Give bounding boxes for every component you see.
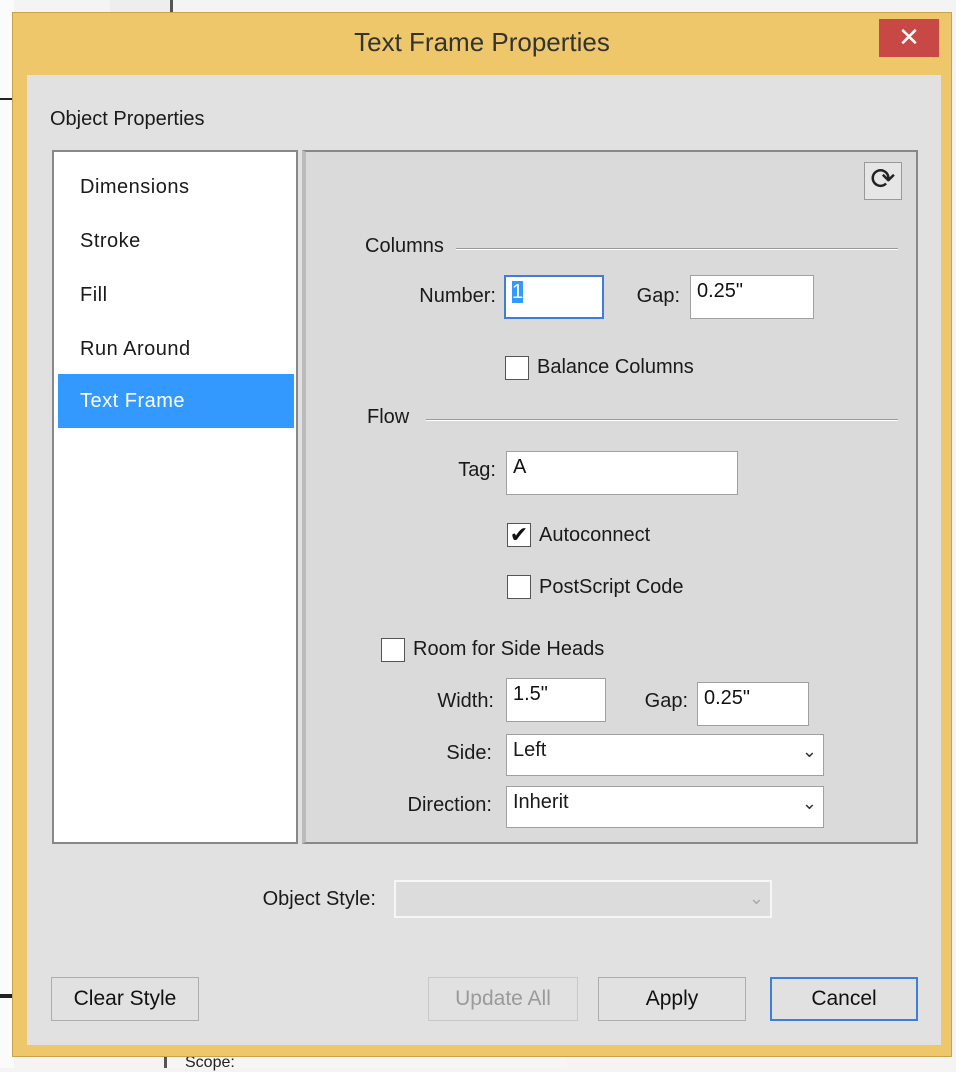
background-divider [0,98,12,100]
side-select-value: Left [513,739,547,761]
nav-item-stroke[interactable]: Stroke [58,214,294,268]
room-for-side-heads-checkbox[interactable] [381,638,405,662]
tag-input[interactable]: A [506,451,738,495]
columns-section-label: Columns [365,235,444,257]
columns-number-input[interactable]: 1 [504,275,604,319]
flow-section-label: Flow [367,406,410,428]
chevron-down-icon: ⌄ [801,741,817,761]
background-toolbar-fragment [110,0,173,12]
side-heads-gap-label: Gap: [644,690,688,712]
side-heads-width-input[interactable]: 1.5" [506,678,606,722]
balance-columns-label: Balance Columns [537,356,694,378]
background-panel-fragment: Scope: [164,1054,567,1071]
postscript-code-checkbox[interactable] [507,575,531,599]
columns-divider [456,248,898,250]
autoconnect-checkbox[interactable]: ✔ [507,523,531,547]
side-select[interactable]: Left ⌄ [506,734,824,776]
close-button[interactable]: ✕ [879,19,939,57]
object-properties-label: Object Properties [50,108,205,130]
chevron-down-icon: ⌄ [801,793,817,813]
chevron-down-icon: ⌄ [748,888,764,908]
refresh-icon: ⟳ [870,163,896,196]
autoconnect-label: Autoconnect [539,524,651,546]
room-for-side-heads-label: Room for Side Heads [413,638,605,660]
balance-columns-checkbox[interactable] [505,356,529,380]
direction-select-value: Inherit [513,791,569,813]
direction-select[interactable]: Inherit ⌄ [506,786,824,828]
checkmark-icon: ✔ [509,522,529,547]
property-category-list: Dimensions Stroke Fill Run Around Text F… [52,150,298,844]
side-heads-gap-input[interactable]: 0.25" [697,682,809,726]
update-all-button[interactable]: Update All [428,977,578,1021]
direction-label: Direction: [407,794,492,816]
object-style-select[interactable]: ⌄ [394,880,772,918]
columns-gap-input[interactable]: 0.25" [690,275,814,319]
tag-label: Tag: [458,459,496,481]
background-divider [0,994,12,998]
apply-button[interactable]: Apply [598,977,746,1021]
columns-number-label: Number: [419,285,496,307]
nav-item-run-around[interactable]: Run Around [58,322,294,376]
flow-divider [426,419,898,421]
nav-item-text-frame[interactable]: Text Frame [58,374,294,428]
refresh-button[interactable]: ⟳ [864,162,902,200]
object-style-label: Object Style: [262,888,376,910]
close-icon: ✕ [898,22,920,52]
side-heads-width-label: Width: [437,690,494,712]
side-label: Side: [446,742,492,764]
columns-gap-label: Gap: [636,285,680,307]
nav-item-dimensions[interactable]: Dimensions [58,160,294,214]
postscript-code-label: PostScript Code [539,576,684,598]
dialog-title: Text Frame Properties [354,27,610,57]
nav-item-fill[interactable]: Fill [58,268,294,322]
clear-style-button[interactable]: Clear Style [51,977,199,1021]
columns-number-value: 1 [512,281,524,303]
cancel-button[interactable]: Cancel [770,977,918,1021]
